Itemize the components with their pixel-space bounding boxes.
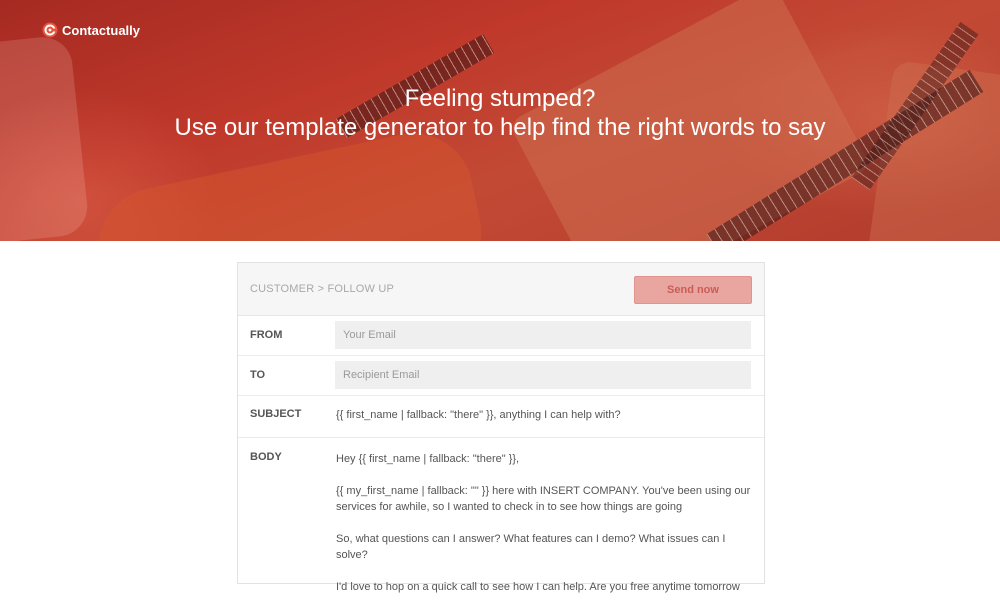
body-paragraph: {{ my_first_name | fallback: "" }} here … — [336, 485, 751, 513]
body-paragraph: So, what questions can I answer? What fe… — [336, 533, 726, 561]
recipient-email-field[interactable] — [335, 361, 751, 389]
hero-subtitle: Use our template generator to help find … — [174, 114, 826, 141]
hero-headline: Feeling stumped? Use our template genera… — [0, 85, 1000, 142]
hero-banner: Contactually Feeling stumped? Use our te… — [0, 0, 1000, 241]
to-label: TO — [250, 369, 266, 381]
from-email-field[interactable] — [335, 321, 751, 349]
to-row: TO — [238, 356, 764, 396]
body-paragraph: Hey {{ first_name | fallback: "there" }}… — [336, 453, 520, 465]
breadcrumb: CUSTOMER > FOLLOW UP — [250, 283, 395, 295]
subject-label: SUBJECT — [250, 408, 302, 420]
hero-title: Feeling stumped? — [404, 85, 596, 112]
brand-logo[interactable]: Contactually — [42, 22, 140, 38]
body-label: BODY — [250, 451, 282, 463]
composer-header: CUSTOMER > FOLLOW UP Send now — [238, 263, 764, 316]
contactually-logo-icon — [42, 22, 58, 38]
body-row: BODY Hey {{ first_name | fallback: "ther… — [238, 438, 764, 593]
from-label: FROM — [250, 329, 283, 341]
subject-row: SUBJECT {{ first_name | fallback: "there… — [238, 396, 764, 438]
from-row: FROM — [238, 316, 764, 356]
send-now-button[interactable]: Send now — [634, 276, 752, 304]
subject-text[interactable]: {{ first_name | fallback: "there" }}, an… — [336, 409, 621, 421]
body-text-area[interactable]: Hey {{ first_name | fallback: "there" }}… — [336, 451, 754, 611]
brand-name: Contactually — [62, 22, 141, 38]
body-paragraph: I'd love to hop on a quick call to see h… — [336, 581, 740, 593]
email-template-composer: CUSTOMER > FOLLOW UP Send now FROM TO SU… — [237, 262, 765, 593]
